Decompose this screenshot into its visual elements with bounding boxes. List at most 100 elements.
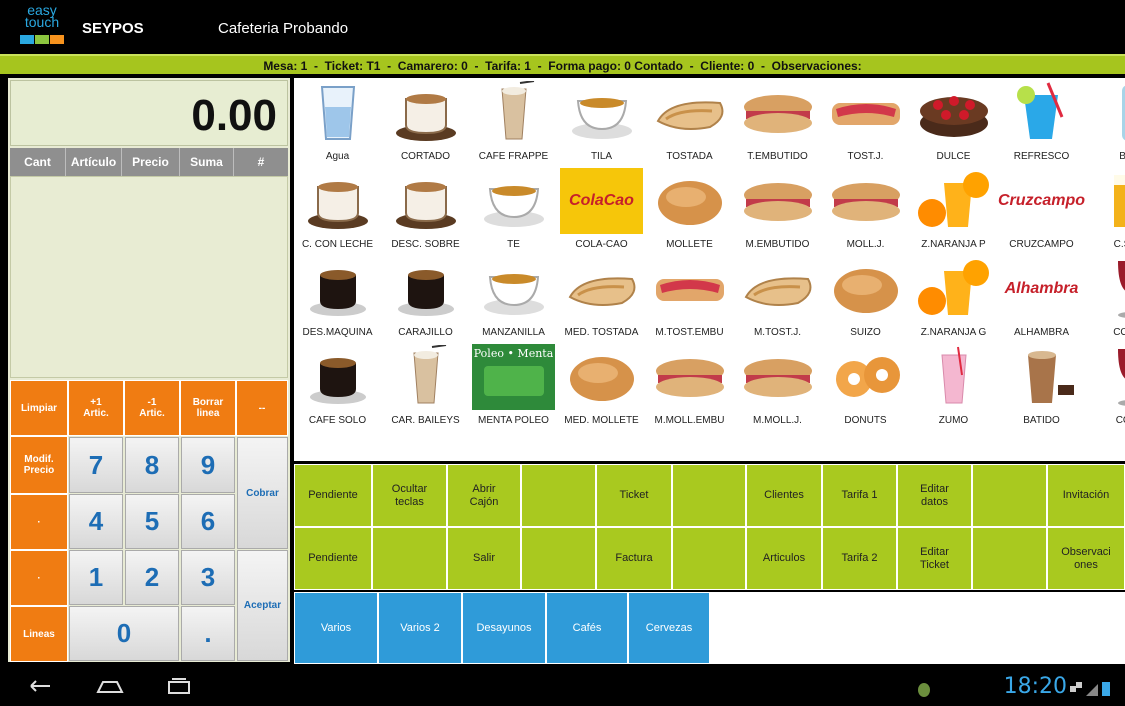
function-button-row2-2[interactable]: Salir bbox=[447, 527, 521, 590]
product-tile[interactable]: Alhambra ALHAMBRA bbox=[998, 254, 1085, 342]
function-button-row2-9[interactable] bbox=[972, 527, 1047, 590]
function-button-row2-5[interactable] bbox=[672, 527, 746, 590]
recent-apps-icon[interactable] bbox=[166, 676, 192, 702]
product-tile[interactable]: COPA I bbox=[1086, 254, 1125, 342]
product-tile[interactable]: MOLL.J. bbox=[822, 166, 909, 254]
product-tile[interactable]: Z.NARANJA P bbox=[910, 166, 997, 254]
category-button[interactable]: Varios 2 bbox=[378, 592, 462, 664]
function-button-row2-4[interactable]: Factura bbox=[596, 527, 672, 590]
product-tile[interactable]: M.MOLL.J. bbox=[734, 342, 821, 430]
minus-one-button[interactable]: -1 Artic. bbox=[124, 380, 180, 436]
product-tile[interactable]: TILA bbox=[558, 78, 645, 166]
digit-2-button[interactable]: 2 bbox=[125, 550, 179, 605]
product-tile[interactable]: M.EMBUTIDO bbox=[734, 166, 821, 254]
product-tile[interactable]: M.TOST.EMBU bbox=[646, 254, 733, 342]
poleo-menta-box: Poleo • Menta bbox=[472, 344, 555, 410]
product-tile[interactable]: MED. MOLLETE bbox=[558, 342, 645, 430]
product-tile[interactable]: Poleo • Menta MENTA POLEO bbox=[470, 342, 557, 430]
function-button-row2-6[interactable]: Articulos bbox=[746, 527, 822, 590]
plus-one-button[interactable]: +1 Artic. bbox=[68, 380, 124, 436]
digit-0-button[interactable]: 0 bbox=[69, 606, 179, 661]
product-tile[interactable]: C.S.AL bbox=[1086, 166, 1125, 254]
digit-5-button[interactable]: 5 bbox=[125, 494, 179, 549]
product-tile[interactable]: MANZANILLA bbox=[470, 254, 557, 342]
modify-price-button[interactable]: Modif. Precio bbox=[10, 436, 68, 494]
product-tile[interactable]: CAFE SOLO bbox=[294, 342, 381, 430]
function-button-row1-7[interactable]: Tarifa 1 bbox=[822, 464, 897, 527]
function-button-row1-2[interactable]: Abrir Cajón bbox=[447, 464, 521, 527]
digit-4-button[interactable]: 4 bbox=[69, 494, 123, 549]
function-button-row1-9[interactable] bbox=[972, 464, 1047, 527]
function-panel: Pendiente Ocultar teclas Abrir Cajón Ticket… bbox=[294, 464, 1125, 590]
delete-line-button[interactable]: Borrar linea bbox=[180, 380, 236, 436]
product-tile[interactable]: COPA bbox=[1086, 342, 1125, 430]
function-button-row2-3[interactable] bbox=[521, 527, 596, 590]
beer-glass-icon bbox=[1088, 168, 1125, 234]
order-lines-list[interactable] bbox=[10, 176, 288, 378]
product-tile[interactable]: DES.MAQUINA bbox=[294, 254, 381, 342]
product-tile[interactable]: CARAJILLO bbox=[382, 254, 469, 342]
dot-button-1[interactable]: · bbox=[10, 494, 68, 550]
function-button-row1-8[interactable]: Editar datos bbox=[897, 464, 972, 527]
product-tile[interactable]: DULCE bbox=[910, 78, 997, 166]
product-tile[interactable]: Z.NARANJA G bbox=[910, 254, 997, 342]
product-tile[interactable]: TE bbox=[470, 166, 557, 254]
product-tile[interactable]: CAFE FRAPPE bbox=[470, 78, 557, 166]
product-tile[interactable]: SUIZO bbox=[822, 254, 909, 342]
ticket-info-bar: Mesa: 1 - Ticket: T1 - Camarero: 0 - Tar… bbox=[0, 54, 1125, 74]
digit-6-button[interactable]: 6 bbox=[181, 494, 235, 549]
product-tile[interactable]: ColaCao COLA-CAO bbox=[558, 166, 645, 254]
product-tile[interactable]: M.TOST.J. bbox=[734, 254, 821, 342]
product-tile[interactable]: ZUMO bbox=[910, 342, 997, 430]
function-button-row2-10[interactable]: Observaci ones bbox=[1047, 527, 1125, 590]
function-button-row1-1[interactable]: Ocultar teclas bbox=[372, 464, 447, 527]
digit-3-button[interactable]: 3 bbox=[181, 550, 235, 605]
decimal-point-button[interactable]: . bbox=[181, 606, 235, 661]
juice-glass-icon bbox=[912, 344, 995, 410]
product-tile[interactable]: BOT bbox=[1086, 78, 1125, 166]
function-button-row1-6[interactable]: Clientes bbox=[746, 464, 822, 527]
product-tile[interactable]: DESC. SOBRE bbox=[382, 166, 469, 254]
function-button-row1-3[interactable] bbox=[521, 464, 596, 527]
product-tile[interactable]: BATIDO bbox=[998, 342, 1085, 430]
function-button-row1-0[interactable]: Pendiente bbox=[294, 464, 372, 527]
function-button-row2-7[interactable]: Tarifa 2 bbox=[822, 527, 897, 590]
product-tile[interactable]: Cruzcampo CRUZCAMPO bbox=[998, 166, 1085, 254]
product-tile[interactable]: M.MOLL.EMBU bbox=[646, 342, 733, 430]
back-icon[interactable] bbox=[28, 676, 54, 702]
digit-9-button[interactable]: 9 bbox=[181, 437, 235, 493]
lines-button[interactable]: Lineas bbox=[10, 606, 68, 662]
dot-button-2[interactable]: · bbox=[10, 550, 68, 606]
clear-button[interactable]: Limpiar bbox=[10, 380, 68, 436]
product-tile[interactable]: TOST.J. bbox=[822, 78, 909, 166]
product-tile[interactable]: T.EMBUTIDO bbox=[734, 78, 821, 166]
category-button[interactable]: Cervezas bbox=[628, 592, 710, 664]
category-button[interactable]: Cafés bbox=[546, 592, 628, 664]
product-tile[interactable]: REFRESCO bbox=[998, 78, 1085, 166]
product-tile[interactable]: MED. TOSTADA bbox=[558, 254, 645, 342]
extra-button[interactable]: -- bbox=[236, 380, 288, 436]
product-tile[interactable]: Agua bbox=[294, 78, 381, 166]
function-button-row2-1[interactable] bbox=[372, 527, 447, 590]
digit-8-button[interactable]: 8 bbox=[125, 437, 179, 493]
function-button-row1-4[interactable]: Ticket bbox=[596, 464, 672, 527]
digit-7-button[interactable]: 7 bbox=[69, 437, 123, 493]
product-tile[interactable]: DONUTS bbox=[822, 342, 909, 430]
charge-button[interactable]: Cobrar bbox=[237, 437, 288, 549]
category-button[interactable]: Varios bbox=[294, 592, 378, 664]
function-button-row2-0[interactable]: Pendiente bbox=[294, 527, 372, 590]
product-tile[interactable]: CAR. BAILEYS bbox=[382, 342, 469, 430]
soda-glass-icon bbox=[1000, 80, 1083, 146]
product-tile[interactable]: TOSTADA bbox=[646, 78, 733, 166]
product-tile[interactable]: C. CON LECHE bbox=[294, 166, 381, 254]
home-icon[interactable] bbox=[95, 676, 125, 702]
product-tile[interactable]: CORTADO bbox=[382, 78, 469, 166]
function-button-row1-10[interactable]: Invitación bbox=[1047, 464, 1125, 527]
category-button[interactable]: Desayunos bbox=[462, 592, 546, 664]
accept-button[interactable]: Aceptar bbox=[237, 550, 288, 661]
function-button-row1-5[interactable] bbox=[672, 464, 746, 527]
shop-name: Cafeteria Probando bbox=[218, 20, 349, 37]
digit-1-button[interactable]: 1 bbox=[69, 550, 123, 605]
function-button-row2-8[interactable]: Editar Ticket bbox=[897, 527, 972, 590]
product-tile[interactable]: MOLLETE bbox=[646, 166, 733, 254]
